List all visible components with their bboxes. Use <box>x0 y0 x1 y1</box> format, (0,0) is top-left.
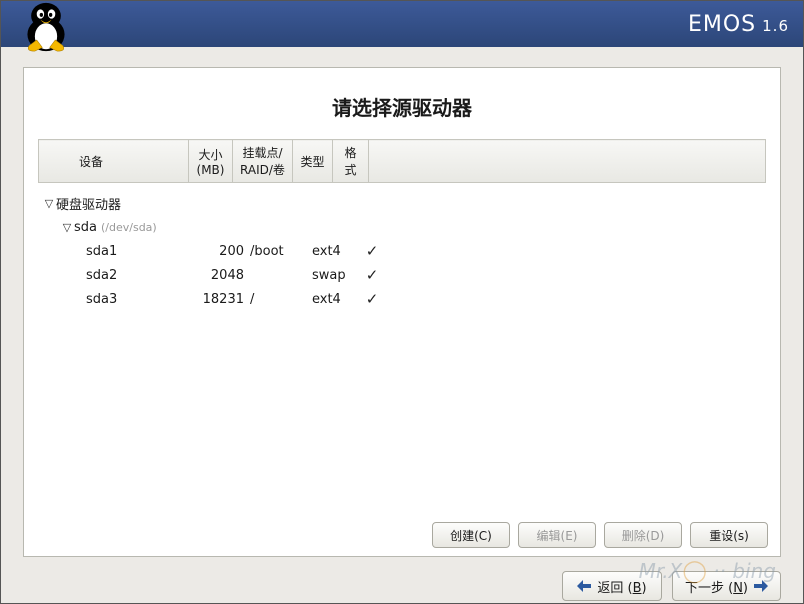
col-device[interactable]: 设备 <box>39 140 189 183</box>
col-size[interactable]: 大小 (MB) <box>189 140 233 183</box>
create-button[interactable]: 创建(C) <box>432 522 510 548</box>
delete-button: 删除(D) <box>604 522 682 548</box>
main-panel: 请选择源驱动器 设备 大小 (MB) 挂载点/ RAID/卷 类型 格式 ▽ 硬… <box>23 67 781 557</box>
partition-row[interactable]: sda22048 swap✓ <box>42 263 766 287</box>
action-buttons: 创建(C) 编辑(E) 删除(D) 重设(s) <box>24 514 780 556</box>
check-icon: ✓ <box>356 290 388 308</box>
check-icon: ✓ <box>356 266 388 284</box>
part-size: 200 <box>196 244 250 259</box>
expand-icon[interactable]: ▽ <box>60 221 74 234</box>
partition-table: 设备 大小 (MB) 挂载点/ RAID/卷 类型 格式 ▽ 硬盘驱动器 ▽ s… <box>24 139 780 514</box>
part-name: sda3 <box>86 292 196 307</box>
device-tree[interactable]: ▽ 硬盘驱动器 ▽ sda (/dev/sda) sda1200/bootext… <box>38 183 766 311</box>
expand-icon[interactable]: ▽ <box>42 197 56 210</box>
part-size: 2048 <box>196 268 250 283</box>
col-mount[interactable]: 挂载点/ RAID/卷 <box>233 140 293 183</box>
col-format[interactable]: 格式 <box>333 140 369 183</box>
col-type[interactable]: 类型 <box>293 140 333 183</box>
disk-name: sda <box>74 220 97 235</box>
arrow-right-icon <box>754 580 768 592</box>
part-name: sda2 <box>86 268 196 283</box>
brand: EMOS 1.6 <box>688 12 789 37</box>
partition-row[interactable]: sda1200/bootext4✓ <box>42 239 766 263</box>
title-bar: EMOS 1.6 <box>1 1 803 47</box>
brand-name: EMOS <box>688 12 756 37</box>
reset-button[interactable]: 重设(s) <box>690 522 768 548</box>
part-type: ext4 <box>312 292 356 307</box>
page-title: 请选择源驱动器 <box>24 68 780 139</box>
disk-path: (/dev/sda) <box>101 221 157 234</box>
part-name: sda1 <box>86 244 196 259</box>
back-button[interactable]: 返回 (B) <box>562 571 662 601</box>
part-type: ext4 <box>312 244 356 259</box>
next-button[interactable]: 下一步 (N) <box>672 571 781 601</box>
brand-version: 1.6 <box>762 17 789 35</box>
partition-row[interactable]: sda318231/ext4✓ <box>42 287 766 311</box>
column-headers: 设备 大小 (MB) 挂载点/ RAID/卷 类型 格式 <box>38 139 766 183</box>
part-type: swap <box>312 268 356 283</box>
tree-disk[interactable]: ▽ sda (/dev/sda) <box>42 215 766 239</box>
edit-button: 编辑(E) <box>518 522 596 548</box>
arrow-left-icon <box>577 580 591 592</box>
root-label: 硬盘驱动器 <box>56 194 166 213</box>
part-mount: /boot <box>250 244 312 259</box>
tux-logo <box>15 1 77 47</box>
nav-footer: 返回 (B) 下一步 (N) <box>1 557 803 601</box>
part-size: 18231 <box>196 292 250 307</box>
part-mount: / <box>250 292 312 307</box>
check-icon: ✓ <box>356 242 388 260</box>
tree-root[interactable]: ▽ 硬盘驱动器 <box>42 191 766 215</box>
